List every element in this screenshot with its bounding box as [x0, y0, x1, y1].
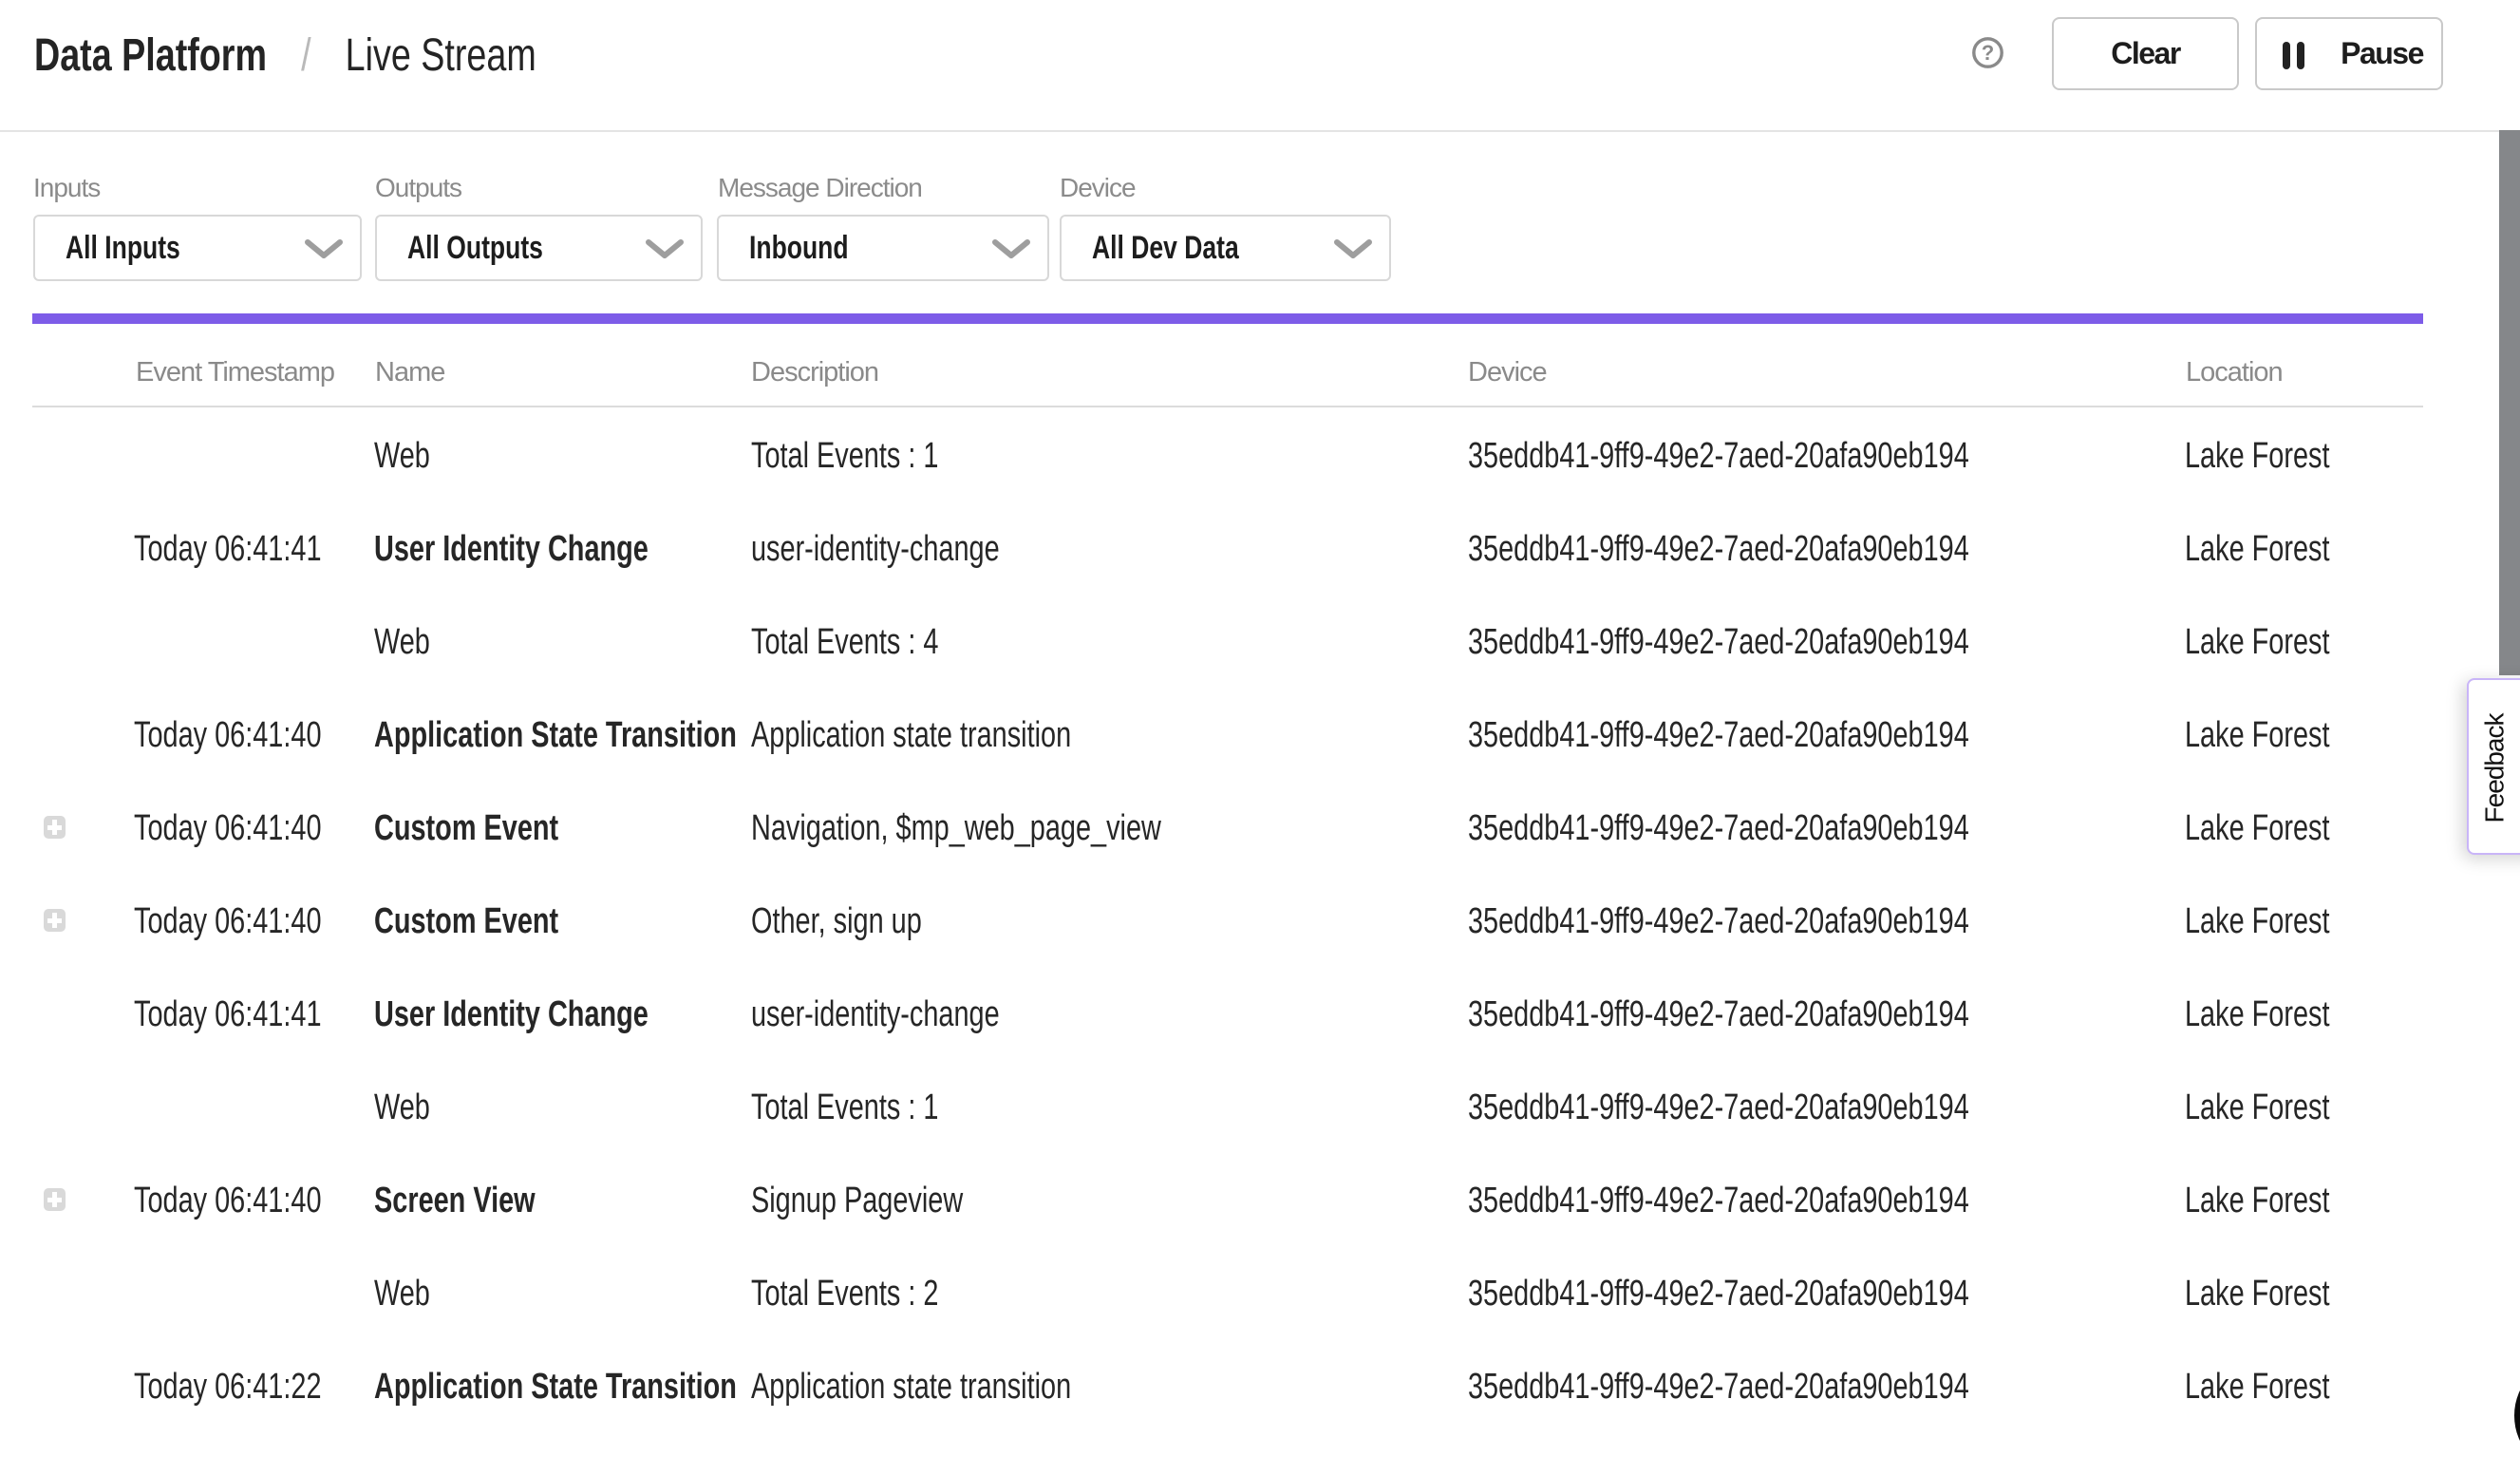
- svg-text:?: ?: [1982, 41, 1994, 65]
